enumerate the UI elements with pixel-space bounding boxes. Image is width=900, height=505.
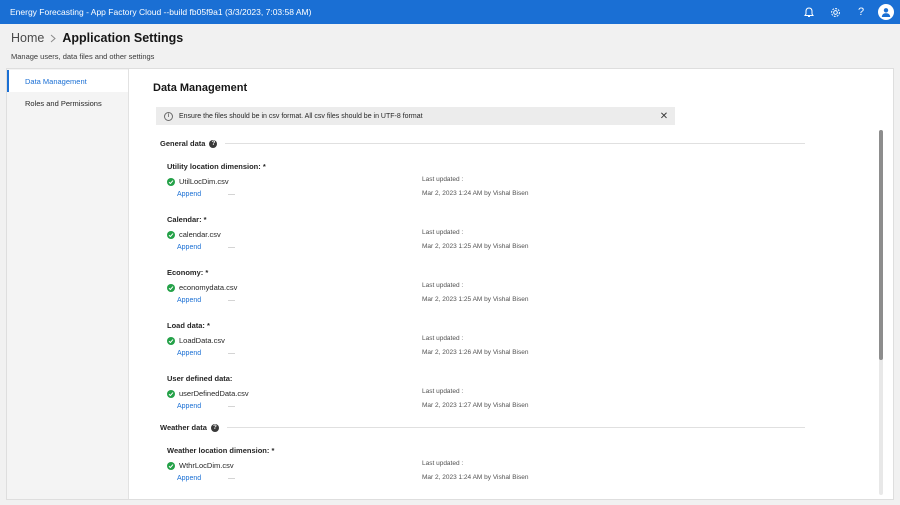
file-name: calendar.csv bbox=[179, 230, 221, 239]
file-entry-calendar: Calendar: * calendar.csv Append — Last u… bbox=[167, 215, 767, 261]
help-icon[interactable]: ? bbox=[210, 423, 219, 432]
close-icon[interactable]: ✕ bbox=[655, 107, 673, 125]
content-scrollbar[interactable] bbox=[879, 130, 883, 495]
file-entry-user-defined: User defined data: userDefinedData.csv A… bbox=[167, 374, 767, 420]
notification-icon[interactable] bbox=[796, 0, 822, 24]
sidenav-item-roles-permissions[interactable]: Roles and Permissions bbox=[7, 92, 128, 114]
settings-sidenav: Data Management Roles and Permissions bbox=[7, 69, 129, 499]
group-title: Weather data bbox=[160, 423, 207, 432]
page-subtitle: Manage users, data files and other setti… bbox=[11, 52, 155, 61]
append-link[interactable]: Append bbox=[177, 244, 201, 251]
file-row: UtilLocDim.csv bbox=[167, 177, 229, 186]
sidenav-item-data-management[interactable]: Data Management bbox=[7, 70, 128, 92]
page-header: Home Application Settings Manage users, … bbox=[0, 24, 900, 68]
section-title: Data Management bbox=[153, 82, 248, 94]
last-updated-value: Mar 2, 2023 1:24 AM by Vishal Bisen bbox=[422, 190, 529, 197]
file-name: LoadData.csv bbox=[179, 336, 225, 345]
check-circle-icon bbox=[167, 389, 175, 398]
file-entry-utility-location: Utility location dimension: * UtilLocDim… bbox=[167, 162, 767, 208]
info-banner: i Ensure the files should be in csv form… bbox=[156, 107, 675, 125]
check-circle-icon bbox=[167, 230, 175, 239]
last-updated-value: Mar 2, 2023 1:25 AM by Vishal Bisen bbox=[422, 243, 529, 250]
file-entry-economy: Economy: * economydata.csv Append — Last… bbox=[167, 268, 767, 314]
last-updated-value: Mar 2, 2023 1:25 AM by Vishal Bisen bbox=[422, 296, 529, 303]
file-name: UtilLocDim.csv bbox=[179, 177, 229, 186]
dash: — bbox=[228, 475, 235, 482]
dash: — bbox=[228, 244, 235, 251]
entry-label: Utility location dimension: * bbox=[167, 162, 266, 171]
settings-icon[interactable] bbox=[822, 0, 848, 24]
info-icon: i bbox=[164, 111, 173, 121]
last-updated-label: Last updated : bbox=[422, 282, 464, 289]
file-row: calendar.csv bbox=[167, 230, 221, 239]
dash: — bbox=[228, 297, 235, 304]
file-row: economydata.csv bbox=[167, 283, 237, 292]
file-row: WthrLocDim.csv bbox=[167, 461, 234, 470]
file-name: WthrLocDim.csv bbox=[179, 461, 234, 470]
scrollbar-thumb[interactable] bbox=[879, 130, 883, 360]
file-entry-load-data: Load data: * LoadData.csv Append — Last … bbox=[167, 321, 767, 367]
file-row: userDefinedData.csv bbox=[167, 389, 249, 398]
entry-label: Calendar: * bbox=[167, 215, 207, 224]
last-updated-label: Last updated : bbox=[422, 176, 464, 183]
file-name: userDefinedData.csv bbox=[179, 389, 249, 398]
file-name: economydata.csv bbox=[179, 283, 238, 292]
last-updated-label: Last updated : bbox=[422, 460, 464, 467]
settings-panel: Data Management Roles and Permissions Da… bbox=[6, 68, 894, 500]
check-circle-icon bbox=[167, 283, 175, 292]
last-updated-label: Last updated : bbox=[422, 388, 464, 395]
dash: — bbox=[228, 403, 235, 410]
divider bbox=[225, 143, 805, 144]
append-link[interactable]: Append bbox=[177, 403, 201, 410]
app-title: Energy Forecasting - App Factory Cloud -… bbox=[10, 7, 312, 17]
last-updated-value: Mar 2, 2023 1:24 AM by Vishal Bisen bbox=[422, 474, 529, 481]
top-icons: ? bbox=[796, 0, 900, 24]
top-app-bar: Energy Forecasting - App Factory Cloud -… bbox=[0, 0, 900, 24]
entry-label: Load data: * bbox=[167, 321, 210, 330]
breadcrumb-home-link[interactable]: Home bbox=[11, 31, 44, 45]
group-header-weather-data: Weather data ? bbox=[160, 423, 805, 432]
file-row: LoadData.csv bbox=[167, 336, 225, 345]
help-glyph: ? bbox=[857, 6, 865, 18]
group-title: General data bbox=[160, 139, 206, 148]
file-entry-weather-location: Weather location dimension: * WthrLocDim… bbox=[167, 446, 767, 492]
last-updated-label: Last updated : bbox=[422, 229, 464, 236]
user-avatar-icon[interactable] bbox=[878, 4, 894, 20]
divider bbox=[226, 427, 805, 428]
help-icon[interactable]: ? bbox=[209, 139, 218, 148]
entry-label: Economy: * bbox=[167, 268, 209, 277]
check-circle-icon bbox=[167, 336, 175, 345]
dash: — bbox=[228, 191, 235, 198]
last-updated-value: Mar 2, 2023 1:27 AM by Vishal Bisen bbox=[422, 402, 529, 409]
entry-label: Weather location dimension: * bbox=[167, 446, 275, 455]
group-header-general-data: General data ? bbox=[160, 139, 805, 148]
help-icon[interactable]: ? bbox=[848, 0, 874, 24]
check-circle-icon bbox=[167, 461, 175, 470]
last-updated-value: Mar 2, 2023 1:26 AM by Vishal Bisen bbox=[422, 349, 529, 356]
append-link[interactable]: Append bbox=[177, 475, 201, 482]
banner-text: Ensure the files should be in csv format… bbox=[179, 112, 423, 120]
last-updated-label: Last updated : bbox=[422, 335, 464, 342]
page-title: Application Settings bbox=[62, 31, 184, 45]
check-circle-icon bbox=[167, 177, 175, 186]
append-link[interactable]: Append bbox=[177, 350, 201, 357]
breadcrumb: Home Application Settings bbox=[11, 31, 183, 45]
append-link[interactable]: Append bbox=[177, 191, 201, 198]
append-link[interactable]: Append bbox=[177, 297, 201, 304]
data-management-content: Data Management i Ensure the files shoul… bbox=[129, 69, 893, 499]
chevron-right-icon bbox=[50, 34, 57, 43]
dash: — bbox=[228, 350, 235, 357]
entry-label: User defined data: bbox=[167, 374, 233, 383]
